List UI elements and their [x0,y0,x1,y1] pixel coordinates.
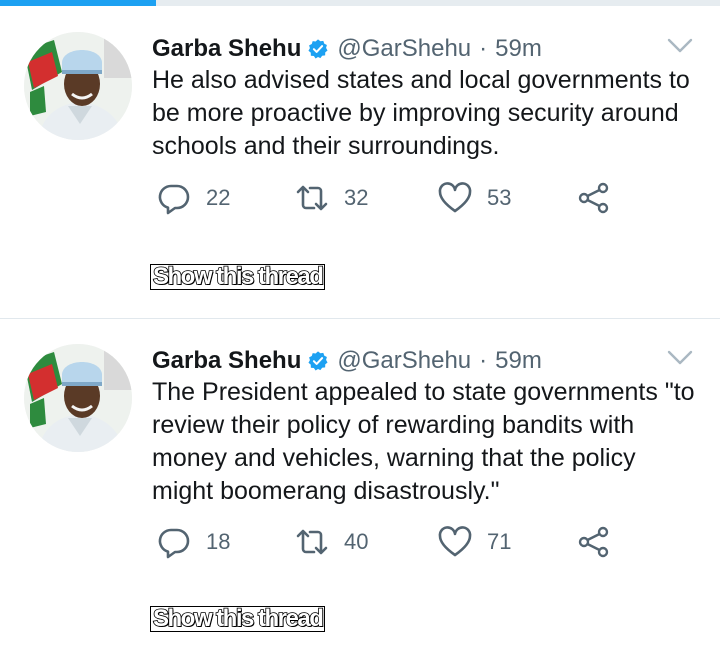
verified-badge-icon [308,39,328,59]
verified-badge-icon [308,351,328,371]
tweet-text: The President appealed to state governme… [152,378,695,505]
author-handle[interactable]: @GarShehu [337,347,471,375]
share-button[interactable] [576,522,612,562]
tweet[interactable]: Garba Shehu @GarShehu · 59m The Presiden… [0,320,720,659]
separator-dot: · [479,347,488,374]
share-icon [578,182,609,214]
heart-icon [438,182,472,213]
like-button[interactable]: 71 [437,522,511,562]
tab-indicator-track [0,0,720,6]
retweet-button[interactable]: 32 [294,178,368,218]
tweet-header: Garba Shehu @GarShehu · 59m [152,344,542,378]
tweet-actions: 18 40 71 [152,522,632,562]
reply-button[interactable]: 18 [156,522,230,562]
avatar[interactable] [24,344,132,452]
share-icon [578,526,609,558]
reply-icon [158,184,190,215]
author-name[interactable]: Garba Shehu [152,347,301,375]
tweet-timestamp[interactable]: 59m [495,35,542,63]
show-thread-link[interactable]: Show this thread [150,606,326,632]
tweet[interactable]: Garba Shehu @GarShehu · 59m He also advi… [0,8,720,318]
author-handle[interactable]: @GarShehu [337,35,471,63]
retweet-icon [296,185,328,211]
tweet-actions: 22 32 53 [152,178,632,218]
like-count: 71 [487,529,512,554]
like-button[interactable]: 53 [437,178,511,218]
tab-indicator-active [0,0,156,6]
reply-count: 22 [206,185,231,210]
tweet-divider [0,318,720,319]
heart-icon [438,526,472,557]
retweet-button[interactable]: 40 [294,522,368,562]
retweet-icon [296,529,328,555]
retweet-count: 32 [344,185,369,210]
tweet-timestamp[interactable]: 59m [495,347,542,375]
chevron-down-icon[interactable] [666,36,694,56]
show-thread-link[interactable]: Show this thread [150,264,326,290]
chevron-down-icon[interactable] [666,348,694,368]
author-name[interactable]: Garba Shehu [152,35,301,63]
tweet-header: Garba Shehu @GarShehu · 59m [152,32,542,66]
reply-button[interactable]: 22 [156,178,230,218]
tweet-text: He also advised states and local governm… [152,66,690,160]
retweet-count: 40 [344,529,369,554]
reply-icon [158,528,190,559]
reply-count: 18 [206,529,231,554]
like-count: 53 [487,185,512,210]
avatar[interactable] [24,32,132,140]
separator-dot: · [479,35,488,62]
share-button[interactable] [576,178,612,218]
